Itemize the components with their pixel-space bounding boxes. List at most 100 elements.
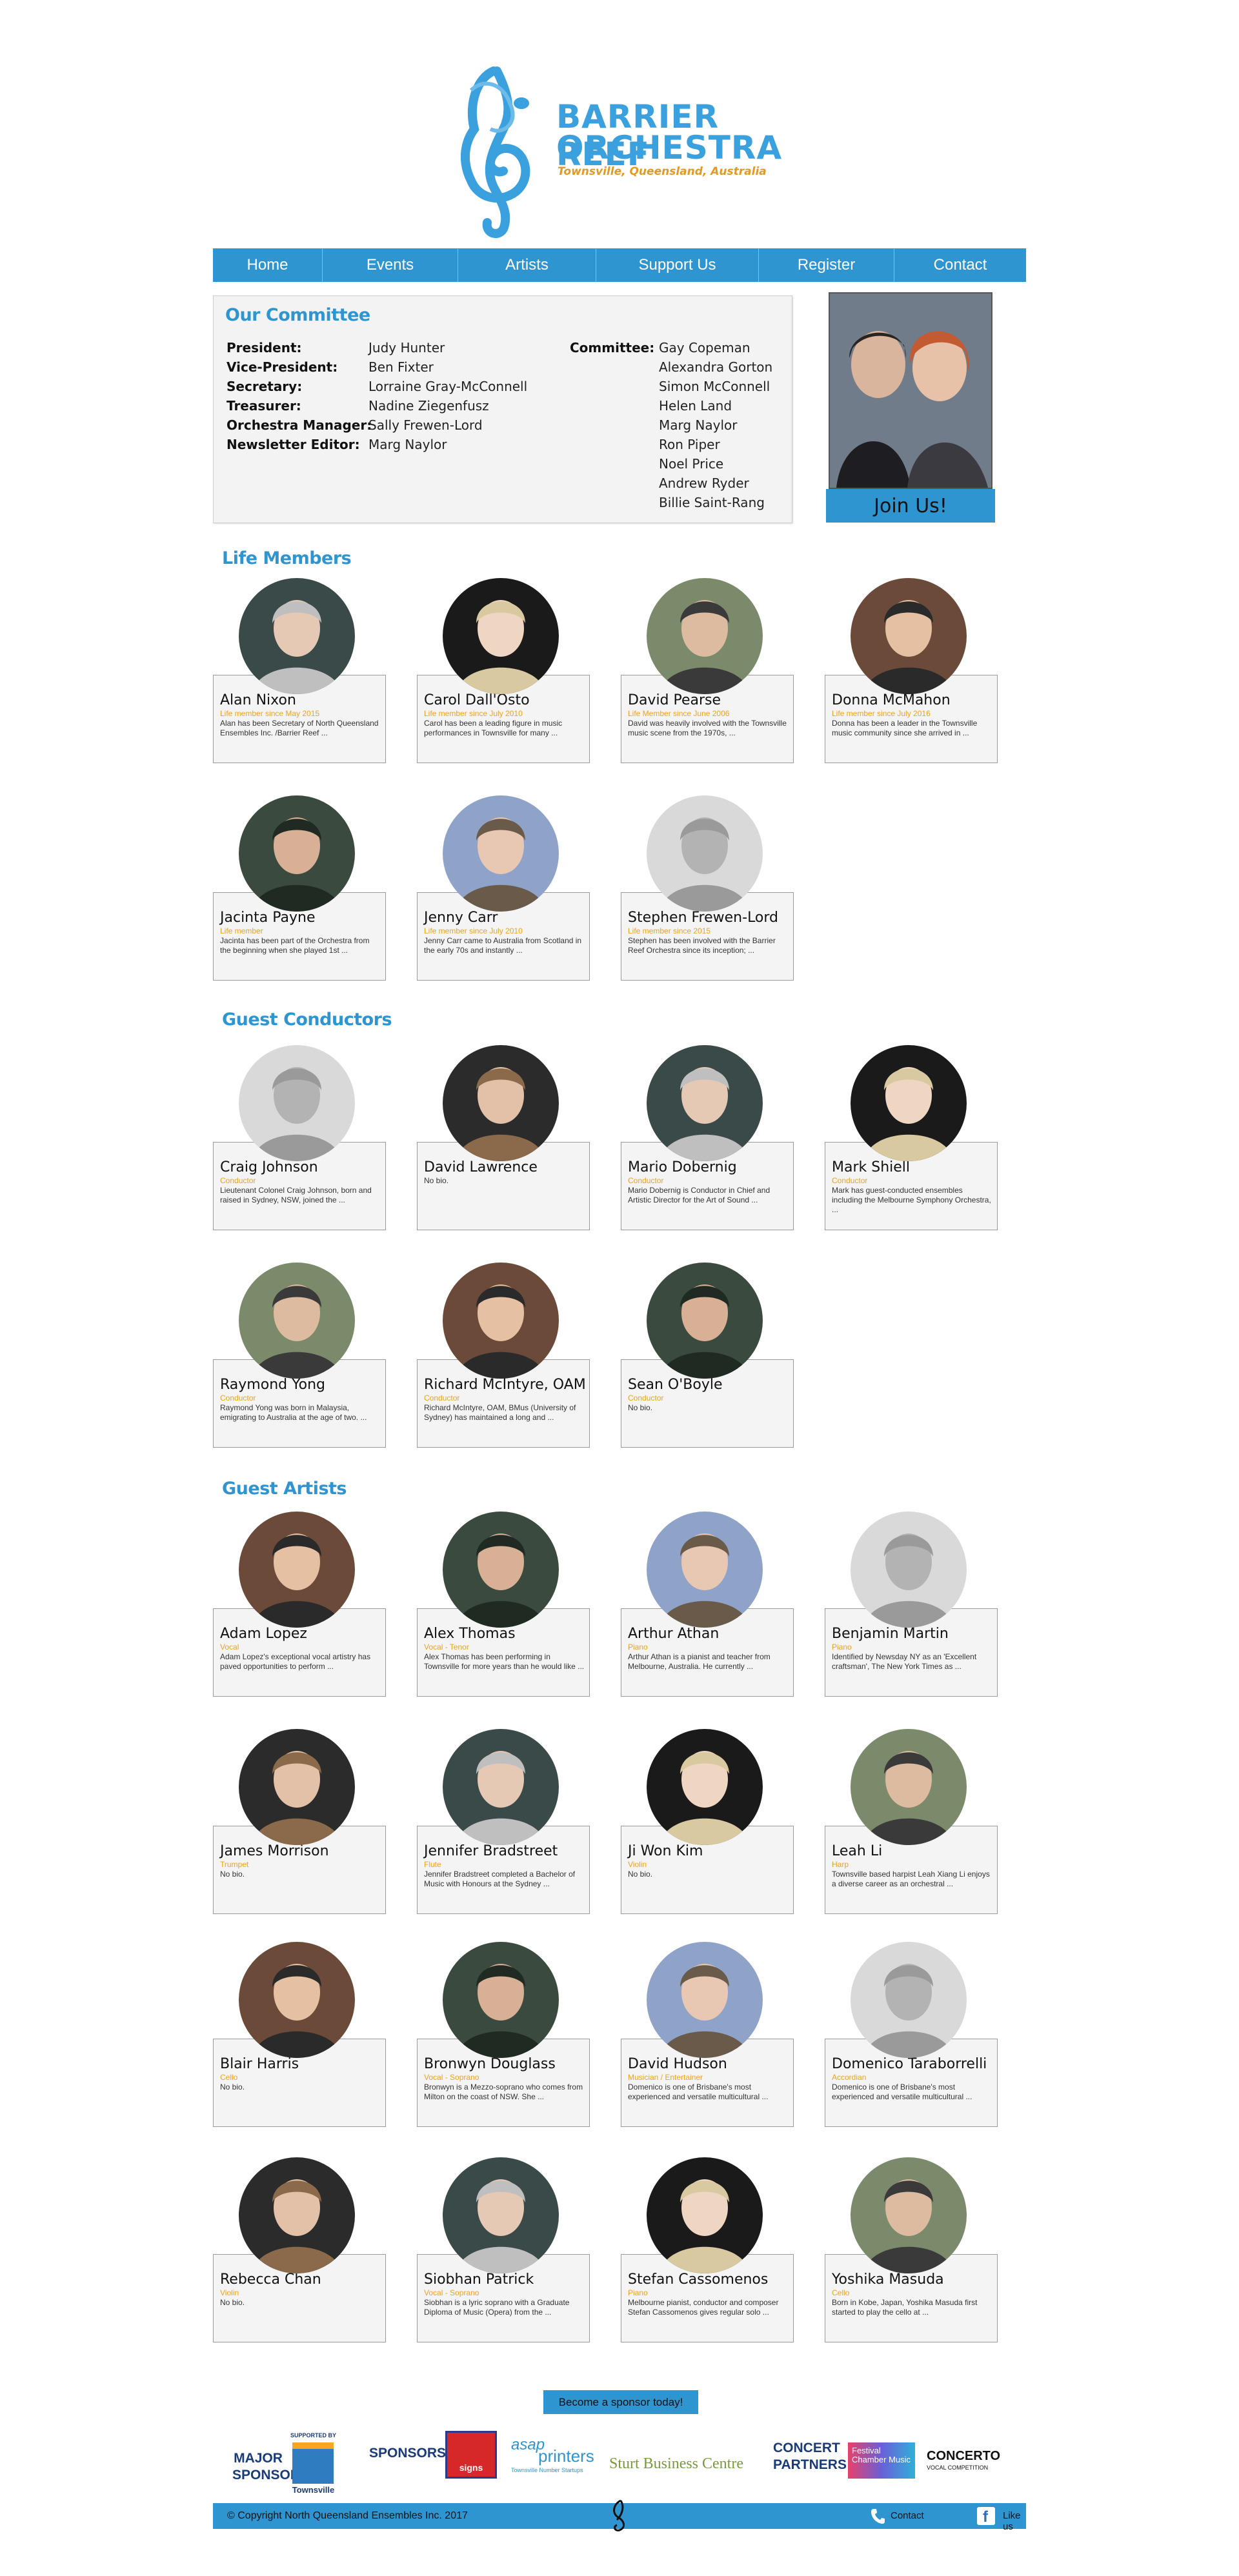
member-name[interactable]: Mario Dobernig bbox=[628, 1159, 737, 1175]
member-name[interactable]: Alex Thomas bbox=[424, 1626, 516, 1642]
member-photo[interactable] bbox=[851, 1729, 967, 1845]
sturt-business-centre-logo[interactable]: Sturt Business Centre bbox=[609, 2455, 743, 2473]
logo[interactable]: BARRIER REEF ORCHESTRA Townsville, Queen… bbox=[458, 65, 807, 239]
nav-support-us[interactable]: Support Us bbox=[596, 248, 759, 282]
member-card[interactable]: Blair Harris Cello No bio. bbox=[213, 1942, 386, 2152]
member-card[interactable]: Carol Dall'Osto Life member since July 20… bbox=[417, 578, 590, 788]
member-card[interactable]: Rebecca Chan Violin No bio. bbox=[213, 2157, 386, 2367]
member-name[interactable]: Jennifer Bradstreet bbox=[424, 1843, 558, 1859]
member-card[interactable]: Yoshika Masuda Cello Born in Kobe, Japan, … bbox=[825, 2157, 998, 2367]
member-card[interactable]: Jacinta Payne Life member Jacinta has been… bbox=[213, 795, 386, 1005]
member-photo[interactable] bbox=[647, 1942, 763, 2058]
member-card[interactable]: Siobhan Patrick Vocal - Soprano Siobhan is… bbox=[417, 2157, 590, 2367]
member-card[interactable]: Alan Nixon Life member since May 2015 Alan… bbox=[213, 578, 386, 788]
member-photo[interactable] bbox=[443, 1512, 559, 1628]
member-card[interactable]: Ji Won Kim Violin No bio. bbox=[621, 1729, 794, 1939]
member-photo[interactable] bbox=[647, 578, 763, 694]
member-card[interactable]: Stefan Cassomenos Piano Melbourne pianist,… bbox=[621, 2157, 794, 2367]
member-photo[interactable] bbox=[647, 1263, 763, 1379]
member-card[interactable]: Jennifer Bradstreet Flute Jennifer Bradstr… bbox=[417, 1729, 590, 1939]
member-card[interactable]: Leah Li Harp Townsville based harpist Leah… bbox=[825, 1729, 998, 1939]
member-photo[interactable] bbox=[443, 578, 559, 694]
member-name[interactable]: Richard McIntyre, OAM bbox=[424, 1377, 586, 1393]
member-card[interactable]: Benjamin Martin Piano Identified by Newsda… bbox=[825, 1512, 998, 1721]
member-name[interactable]: Craig Johnson bbox=[220, 1159, 318, 1175]
member-name[interactable]: David Lawrence bbox=[424, 1159, 538, 1175]
member-card[interactable]: Domenico Taraborrelli Accordian Domenico i… bbox=[825, 1942, 998, 2152]
member-photo[interactable] bbox=[647, 2157, 763, 2273]
phone-icon[interactable] bbox=[870, 2508, 885, 2524]
member-card[interactable]: David Lawrence No bio. bbox=[417, 1045, 590, 1255]
member-card[interactable]: Arthur Athan Piano Arthur Athan is a piani… bbox=[621, 1512, 794, 1721]
member-name[interactable]: Raymond Yong bbox=[220, 1377, 325, 1393]
signs-logo[interactable]: signs bbox=[445, 2431, 497, 2479]
member-photo[interactable] bbox=[239, 1512, 355, 1628]
member-name[interactable]: Ji Won Kim bbox=[628, 1843, 703, 1859]
member-name[interactable]: Donna McMahon bbox=[832, 692, 951, 708]
member-photo[interactable] bbox=[239, 795, 355, 912]
member-name[interactable]: Arthur Athan bbox=[628, 1626, 719, 1642]
member-photo[interactable] bbox=[851, 1045, 967, 1161]
nav-register[interactable]: Register bbox=[759, 248, 894, 282]
member-card[interactable]: Craig Johnson Conductor Lieutenant Colonel… bbox=[213, 1045, 386, 1255]
member-card[interactable]: Adam Lopez Vocal Adam Lopez's exceptional … bbox=[213, 1512, 386, 1721]
member-name[interactable]: Blair Harris bbox=[220, 2056, 299, 2072]
member-name[interactable]: Mark Shiell bbox=[832, 1159, 910, 1175]
member-photo[interactable] bbox=[239, 1045, 355, 1161]
member-card[interactable]: Richard McIntyre, OAM Conductor Richard Mc… bbox=[417, 1263, 590, 1472]
member-name[interactable]: David Pearse bbox=[628, 692, 721, 708]
member-name[interactable]: Bronwyn Douglass bbox=[424, 2056, 556, 2072]
member-photo[interactable] bbox=[443, 1263, 559, 1379]
join-us-photo[interactable] bbox=[829, 292, 992, 489]
member-photo[interactable] bbox=[443, 1045, 559, 1161]
member-photo[interactable] bbox=[851, 578, 967, 694]
member-card[interactable]: Mark Shiell Conductor Mark has guest-condu… bbox=[825, 1045, 998, 1255]
member-photo[interactable] bbox=[647, 1512, 763, 1628]
concerto-competition-logo[interactable]: CONCERTO VOCAL COMPETITION bbox=[927, 2439, 1011, 2480]
member-photo[interactable] bbox=[239, 1942, 355, 2058]
member-name[interactable]: David Hudson bbox=[628, 2056, 727, 2072]
nav-artists[interactable]: Artists bbox=[458, 248, 596, 282]
member-photo[interactable] bbox=[851, 1512, 967, 1628]
member-name[interactable]: Yoshika Masuda bbox=[832, 2271, 944, 2288]
member-photo[interactable] bbox=[851, 2157, 967, 2273]
member-photo[interactable] bbox=[443, 1729, 559, 1845]
member-card[interactable]: David Hudson Musician / Entertainer Domeni… bbox=[621, 1942, 794, 2152]
member-photo[interactable] bbox=[443, 2157, 559, 2273]
member-name[interactable]: Alan Nixon bbox=[220, 692, 296, 708]
member-photo[interactable] bbox=[239, 1729, 355, 1845]
member-name[interactable]: James Morrison bbox=[220, 1843, 329, 1859]
join-us-button[interactable]: Join Us! bbox=[826, 489, 995, 523]
member-card[interactable]: Sean O'Boyle Conductor No bio. bbox=[621, 1263, 794, 1472]
member-name[interactable]: Jenny Carr bbox=[424, 910, 498, 926]
member-card[interactable]: David Pearse Life Member since June 2006 D… bbox=[621, 578, 794, 788]
member-photo[interactable] bbox=[647, 1045, 763, 1161]
member-card[interactable]: Alex Thomas Vocal - Tenor Alex Thomas has … bbox=[417, 1512, 590, 1721]
member-name[interactable]: Benjamin Martin bbox=[832, 1626, 949, 1642]
townsville-logo[interactable]: SUPPORTED BY Townsville bbox=[289, 2432, 337, 2497]
member-name[interactable]: Stefan Cassomenos bbox=[628, 2271, 768, 2288]
member-name[interactable]: Leah Li bbox=[832, 1843, 882, 1859]
nav-contact[interactable]: Contact bbox=[894, 248, 1026, 282]
become-sponsor-button[interactable]: Become a sponsor today! bbox=[543, 2390, 698, 2414]
member-card[interactable]: Jenny Carr Life member since July 2010 Jen… bbox=[417, 795, 590, 1005]
member-name[interactable]: Sean O'Boyle bbox=[628, 1377, 723, 1393]
member-name[interactable]: Jacinta Payne bbox=[220, 910, 315, 926]
nav-events[interactable]: Events bbox=[323, 248, 458, 282]
member-card[interactable]: Raymond Yong Conductor Raymond Yong was bo… bbox=[213, 1263, 386, 1472]
member-name[interactable]: Adam Lopez bbox=[220, 1626, 307, 1642]
member-photo[interactable] bbox=[443, 795, 559, 912]
member-name[interactable]: Domenico Taraborrelli bbox=[832, 2056, 987, 2072]
member-card[interactable]: Stephen Frewen-Lord Life member since 201… bbox=[621, 795, 794, 1005]
contact-link[interactable]: Contact bbox=[891, 2510, 924, 2521]
nav-home[interactable]: Home bbox=[213, 248, 323, 282]
member-card[interactable]: Mario Dobernig Conductor Mario Dobernig is… bbox=[621, 1045, 794, 1255]
festival-chamber-music-logo[interactable]: Festival Chamber Music bbox=[848, 2442, 915, 2479]
like-us-link[interactable]: Like us bbox=[1003, 2510, 1026, 2532]
member-photo[interactable] bbox=[239, 2157, 355, 2273]
member-name[interactable]: Siobhan Patrick bbox=[424, 2271, 534, 2288]
member-name[interactable]: Carol Dall'Osto bbox=[424, 692, 530, 708]
member-photo[interactable] bbox=[647, 795, 763, 912]
member-card[interactable]: Donna McMahon Life member since July 2016… bbox=[825, 578, 998, 788]
facebook-icon[interactable]: f bbox=[977, 2507, 995, 2526]
